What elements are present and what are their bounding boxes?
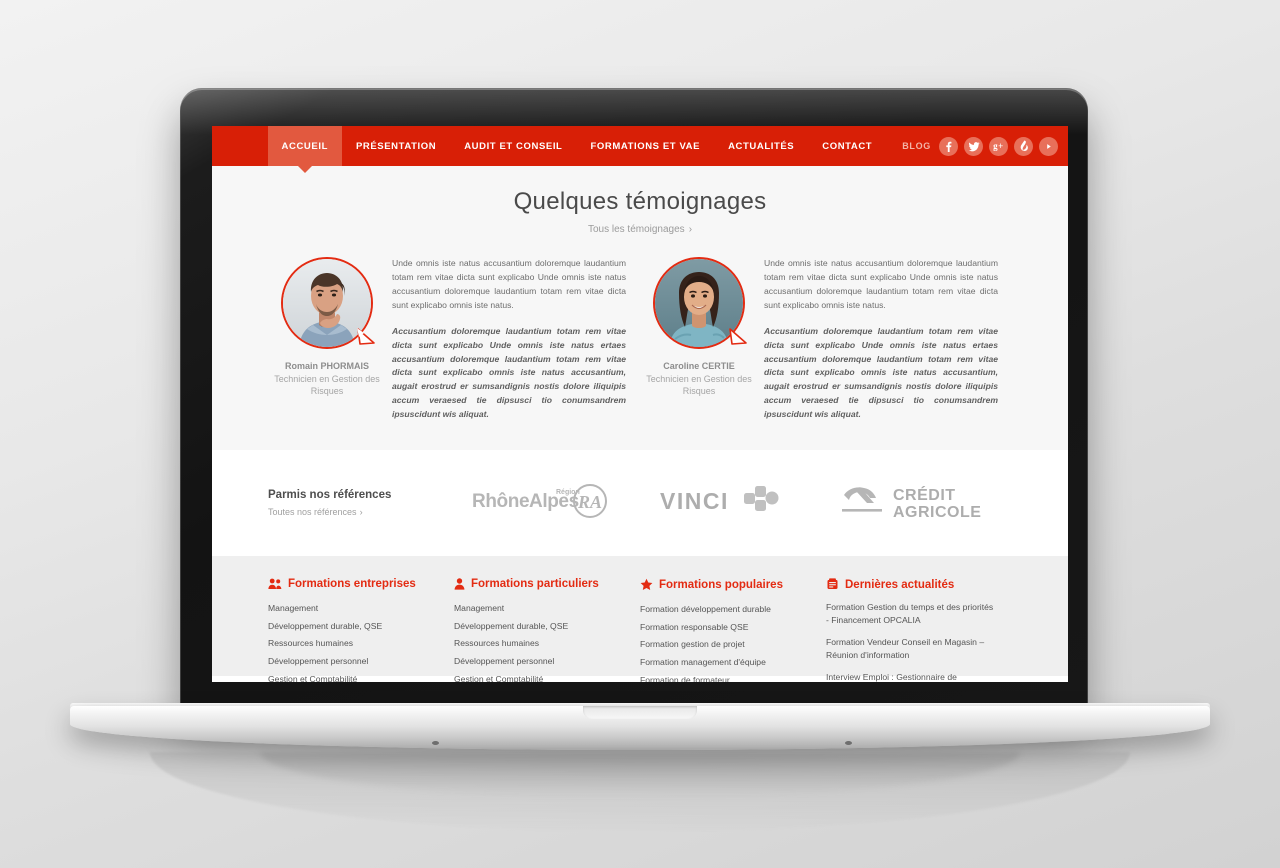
nav-label-formations-vae: FORMATIONS ET VAE <box>590 140 701 152</box>
testimonial-text: Unde omnis iste natus accusantium dolore… <box>758 257 998 422</box>
google-plus-icon[interactable]: g+ <box>989 136 1008 156</box>
credit-agricole-logo[interactable]: CRÉDIT AGRICOLE <box>838 479 988 528</box>
footer-links: Formations entreprises Management Dévelo… <box>212 556 1068 682</box>
nav-item-actualites[interactable]: ACTUALITÉS <box>714 126 808 166</box>
social-links: g+ <box>939 126 1068 166</box>
footer-column-dernieres-actualites: Dernières actualités Formation Gestion d… <box>826 578 1012 682</box>
testimonial-name: Caroline CERTIE <box>663 361 735 371</box>
nav-label-presentation: PRÉSENTATION <box>355 140 437 152</box>
testimonial-author: Romain PHORMAIS Technicien en Gestion de… <box>268 257 386 422</box>
speech-bubble-tail-icon <box>356 327 375 345</box>
vinci-logo[interactable]: VINCI <box>660 481 790 526</box>
page-title: Quelques témoignages <box>513 188 767 215</box>
google-plus-glyph: g+ <box>993 141 1004 151</box>
chevron-right-icon: › <box>359 507 363 518</box>
people-icon <box>268 578 282 590</box>
all-testimonials-label: Tous les témoignages <box>587 224 685 235</box>
testimonial-paragraph-1: Unde omnis iste natus accusantium dolore… <box>764 258 998 310</box>
svg-text:VINCI: VINCI <box>660 488 729 514</box>
all-references-link[interactable]: Toutes nos références › <box>268 507 448 517</box>
svg-text:CRÉDIT: CRÉDIT <box>893 485 956 504</box>
client-logos: Rhône Alpes Région RA VINCI CRÉDIT AGRIC… <box>448 479 1012 528</box>
testimonial-card: Romain PHORMAIS Technicien en Gestion de… <box>268 257 640 422</box>
footer-column-title: Dernières actualités <box>845 578 955 591</box>
nav-label-actualites: ACTUALITÉS <box>728 140 795 152</box>
nav-label-contact: CONTACT <box>822 140 873 152</box>
nav-item-contact[interactable]: CONTACT <box>808 126 886 166</box>
footer-news-item[interactable]: Formation Vendeur Conseil en Magasin – R… <box>826 636 996 662</box>
testimonial-paragraph-2: Accusantium doloremque laudantium totam … <box>764 325 998 420</box>
footer-link[interactable]: Formation gestion de projet <box>640 636 810 654</box>
testimonials-grid: Romain PHORMAIS Technicien en Gestion de… <box>212 235 1068 422</box>
all-references-label: Toutes nos références <box>268 507 357 518</box>
star-icon <box>640 578 653 591</box>
person-icon <box>454 578 465 590</box>
blog-label[interactable]: BLOG <box>886 126 939 166</box>
testimonial-role: Technicien en Gestion des Risques <box>646 374 752 397</box>
svg-text:Rhône: Rhône <box>472 491 529 512</box>
laptop-mockup: ACCUEIL PRÉSENTATION AUDIT ET CONSEIL FO… <box>0 0 1280 868</box>
footer-link[interactable]: Management <box>454 600 624 618</box>
references-heading-block: Parmis nos références Toutes nos référen… <box>268 489 448 517</box>
footer-link[interactable]: Formation responsable QSE <box>640 619 810 637</box>
testimonials-section: Quelques témoignages Tous les témoignage… <box>212 166 1068 451</box>
nav-item-presentation[interactable]: PRÉSENTATION <box>342 126 450 166</box>
testimonial-name: Romain PHORMAIS <box>284 361 369 371</box>
footer-link[interactable]: Ressources humaines <box>454 635 624 653</box>
nav-item-accueil[interactable]: ACCUEIL <box>267 126 342 173</box>
laptop-screen: ACCUEIL PRÉSENTATION AUDIT ET CONSEIL FO… <box>212 126 1068 682</box>
laptop-foot-left <box>432 741 439 745</box>
viadeo-icon[interactable] <box>1014 136 1033 156</box>
chevron-right-icon: › <box>688 224 693 235</box>
svg-text:RA: RA <box>577 492 602 512</box>
footer-column-formations-entreprises: Formations entreprises Management Dévelo… <box>268 578 454 682</box>
testimonial-paragraph-2: Accusantium doloremque laudantium totam … <box>392 325 626 420</box>
footer-column-formations-particuliers: Formations particuliers Management Dével… <box>454 578 640 682</box>
footer-link[interactable]: Formation développement durable <box>640 601 810 619</box>
svg-text:AGRICOLE: AGRICOLE <box>893 504 981 521</box>
references-section: Parmis nos références Toutes nos référen… <box>212 450 1068 557</box>
nav-label-accueil: ACCUEIL <box>281 140 328 152</box>
testimonial-author: Caroline CERTIE Technicien en Gestion de… <box>640 257 758 422</box>
avatar-wrap <box>653 257 747 349</box>
twitter-icon[interactable] <box>964 136 983 156</box>
footer-link[interactable]: Développement durable, QSE <box>268 618 438 636</box>
nav-item-audit-conseil[interactable]: AUDIT ET CONSEIL <box>450 126 576 166</box>
speech-bubble-tail-icon <box>728 327 747 345</box>
rhone-alpes-logo[interactable]: Rhône Alpes Région RA <box>472 481 612 526</box>
avatar-wrap <box>281 257 375 349</box>
all-testimonials-link[interactable]: Tous les témoignages › <box>212 224 1068 235</box>
footer-link[interactable]: Management <box>268 600 438 618</box>
footer-link[interactable]: Ressources humaines <box>268 635 438 653</box>
nav-item-formations-vae[interactable]: FORMATIONS ET VAE <box>576 126 714 166</box>
news-icon <box>826 578 839 591</box>
active-tab-caret-icon <box>297 166 312 173</box>
references-title: Parmis nos références <box>268 489 392 502</box>
footer-column-title: Formations particuliers <box>471 578 599 591</box>
laptop-base-notch <box>583 706 697 719</box>
nav-label-audit-conseil: AUDIT ET CONSEIL <box>464 140 563 152</box>
footer-link[interactable]: Développement durable, QSE <box>454 618 624 636</box>
testimonial-role: Technicien en Gestion des Risques <box>274 374 380 397</box>
testimonial-text: Unde omnis iste natus accusantium dolore… <box>386 257 626 422</box>
website-page: ACCUEIL PRÉSENTATION AUDIT ET CONSEIL FO… <box>212 126 1068 682</box>
laptop-foot-right <box>845 741 852 745</box>
screen-bottom-fade <box>212 666 1068 682</box>
testimonial-card: Caroline CERTIE Technicien en Gestion de… <box>640 257 1012 422</box>
footer-column-title: Formations entreprises <box>288 578 416 591</box>
youtube-icon[interactable] <box>1039 136 1058 156</box>
facebook-icon[interactable] <box>939 136 958 156</box>
footer-column-header: Formations populaires <box>640 578 810 591</box>
main-navigation: ACCUEIL PRÉSENTATION AUDIT ET CONSEIL FO… <box>212 126 1068 173</box>
footer-column-formations-populaires: Formations populaires Formation développ… <box>640 578 826 682</box>
nav-left-spacer <box>212 126 268 166</box>
footer-column-header: Dernières actualités <box>826 578 996 591</box>
footer-column-title: Formations populaires <box>659 578 783 591</box>
footer-column-header: Formations particuliers <box>454 578 624 590</box>
footer-news-item[interactable]: Formation Gestion du temps et des priori… <box>826 601 996 627</box>
testimonial-paragraph-1: Unde omnis iste natus accusantium dolore… <box>392 258 626 310</box>
footer-column-header: Formations entreprises <box>268 578 438 590</box>
